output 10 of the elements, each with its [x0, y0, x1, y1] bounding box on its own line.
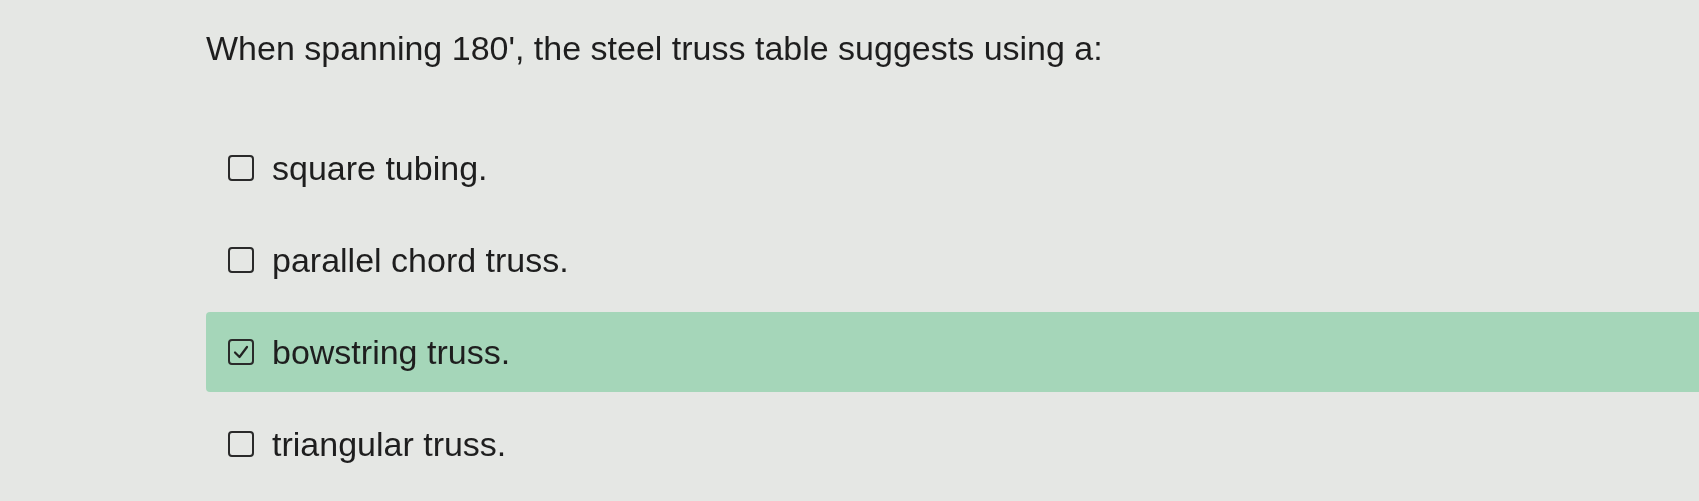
checkbox[interactable]: [228, 431, 254, 457]
selected-option-highlight[interactable]: bowstring truss.: [206, 312, 1699, 392]
option-label: square tubing.: [272, 148, 488, 188]
option-label: bowstring truss.: [272, 332, 511, 372]
checkbox[interactable]: [228, 339, 254, 365]
question-text: When spanning 180', the steel truss table suggests using a:: [206, 28, 1104, 69]
option-label: triangular truss.: [272, 424, 507, 464]
checkbox[interactable]: [228, 247, 254, 273]
checkbox[interactable]: [228, 155, 254, 181]
option-label: parallel chord truss.: [272, 240, 569, 280]
